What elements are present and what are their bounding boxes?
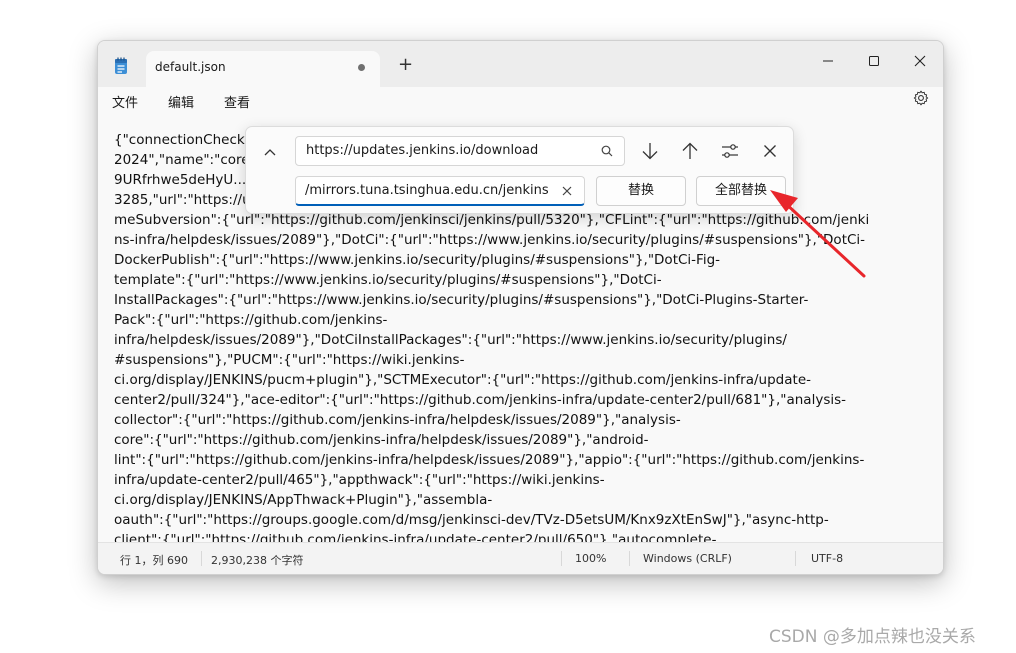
settings-gear-icon[interactable]: [913, 90, 929, 106]
menu-view[interactable]: 查看: [224, 92, 250, 111]
editor-line: ci.org/display/JENKINS/pucm+plugin"},"SC…: [114, 372, 811, 388]
status-divider: [629, 551, 630, 566]
zoom-level[interactable]: 100%: [575, 552, 606, 565]
minimize-icon: [823, 60, 833, 62]
encoding[interactable]: UTF-8: [811, 552, 843, 565]
editor-line: DockerPublish":{"url":"https://www.jenki…: [114, 252, 721, 268]
replace-all-button[interactable]: 全部替换: [696, 176, 786, 206]
minimize-button[interactable]: [805, 47, 851, 75]
editor-line: ci.org/display/JENKINS/AppThwack+Plugin"…: [114, 492, 493, 508]
replace-input-value: /mirrors.tuna.tsinghua.edu.cn/jenkins: [305, 183, 549, 198]
tab-title: default.json: [155, 60, 226, 74]
menu-edit[interactable]: 编辑: [168, 92, 194, 111]
editor-line: center2/pull/324"},"ace-editor":{"url":"…: [114, 392, 847, 408]
status-divider: [201, 551, 202, 566]
status-divider: [795, 551, 796, 566]
character-count: 2,930,238 个字符: [211, 554, 304, 567]
editor-line: ns-infra/helpdesk/issues/2089"},"DotCi":…: [114, 232, 866, 248]
title-bar: default.json +: [98, 41, 943, 88]
notepad-window: default.json + 文件 编辑 查看 {"connectionChec…: [97, 40, 944, 575]
maximize-icon: [869, 56, 879, 66]
close-icon: [914, 55, 926, 67]
close-window-button[interactable]: [897, 47, 943, 75]
editor-line: collector":{"url":"https://github.com/je…: [114, 412, 681, 428]
status-bar: 行 1，列 690 2,930,238 个字符 100% Windows (CR…: [98, 542, 943, 574]
status-divider: [561, 551, 562, 566]
editor-line: infra/update-center2/pull/465"},"appthwa…: [114, 472, 605, 488]
close-find-button[interactable]: [759, 140, 781, 162]
editor-line: Pack":{"url":"https://github.com/jenkins…: [114, 312, 388, 328]
search-options-button[interactable]: [719, 140, 741, 162]
menu-file[interactable]: 文件: [112, 92, 138, 111]
find-replace-panel: https://updates.jenkins.io/download /mir…: [245, 126, 794, 214]
editor-line: core":{"url":"https://github.com/jenkins…: [114, 432, 649, 448]
menu-bar: 文件 编辑 查看: [98, 87, 943, 121]
notepad-app-icon: [115, 57, 127, 74]
search-icon[interactable]: [600, 144, 614, 158]
collapse-replace-button[interactable]: [259, 142, 281, 164]
find-input-value: https://updates.jenkins.io/download: [306, 143, 539, 158]
line-ending[interactable]: Windows (CRLF): [643, 552, 732, 565]
find-input[interactable]: https://updates.jenkins.io/download: [295, 136, 625, 166]
editor-line: oauth":{"url":"https://groups.google.com…: [114, 512, 829, 528]
editor-line: #suspensions"},"PUCM":{"url":"https://wi…: [114, 352, 465, 368]
editor-line: lint":{"url":"https://github.com/jenkins…: [114, 452, 865, 468]
editor-line: template":{"url":"https://www.jenkins.io…: [114, 272, 662, 288]
tab-default-json[interactable]: default.json: [146, 51, 380, 88]
replace-button[interactable]: 替换: [596, 176, 686, 206]
unsaved-dot-icon[interactable]: [358, 64, 365, 71]
next-match-button[interactable]: [639, 140, 661, 162]
editor-line: infra/helpdesk/issues/2089"},"DotCiInsta…: [114, 332, 787, 348]
editor-line: InstallPackages":{"url":"https://www.jen…: [114, 292, 809, 308]
clear-icon[interactable]: [560, 184, 574, 198]
cursor-position: 行 1，列 690: [120, 554, 188, 567]
maximize-button[interactable]: [851, 47, 897, 75]
replace-input[interactable]: /mirrors.tuna.tsinghua.edu.cn/jenkins: [295, 176, 585, 206]
previous-match-button[interactable]: [679, 140, 701, 162]
new-tab-button[interactable]: +: [398, 55, 413, 75]
editor-line: meSubversion":{"url":"https://github.com…: [114, 212, 870, 228]
watermark-text: CSDN @多加点辣也没关系: [769, 627, 976, 647]
